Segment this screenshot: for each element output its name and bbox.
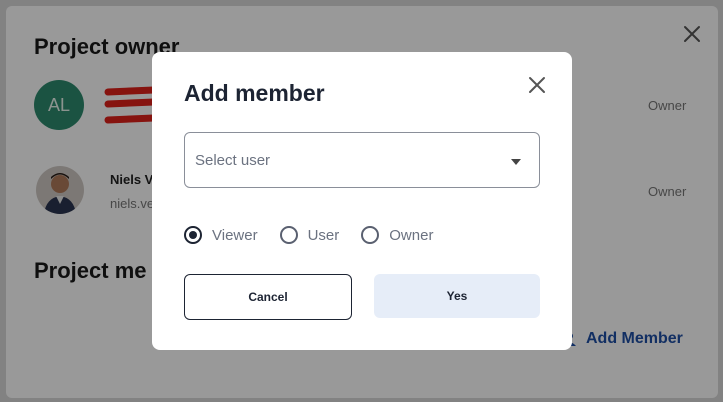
role-radio-group: Viewer User Owner (184, 226, 433, 244)
role-radio-viewer[interactable]: Viewer (184, 226, 258, 244)
radio-unchecked-icon (279, 226, 298, 244)
role-radio-owner[interactable]: Owner (361, 226, 433, 244)
add-member-dialog: Add member Select user Viewer User Owner… (152, 52, 572, 350)
role-label-viewer: Viewer (212, 226, 258, 244)
dialog-title: Add member (184, 80, 325, 106)
select-user-placeholder: Select user (195, 152, 271, 169)
role-radio-user[interactable]: User (279, 226, 340, 244)
select-user-dropdown[interactable]: Select user (184, 132, 540, 188)
radio-unchecked-icon (361, 226, 380, 244)
radio-checked-icon (184, 226, 202, 244)
role-label-owner: Owner (389, 226, 434, 244)
dialog-close-button[interactable] (524, 72, 550, 98)
cancel-button[interactable]: Cancel (184, 274, 352, 320)
close-icon (529, 77, 545, 93)
chevron-down-icon (511, 159, 521, 165)
role-label-user: User (307, 226, 340, 244)
confirm-button[interactable]: Yes (374, 274, 540, 318)
